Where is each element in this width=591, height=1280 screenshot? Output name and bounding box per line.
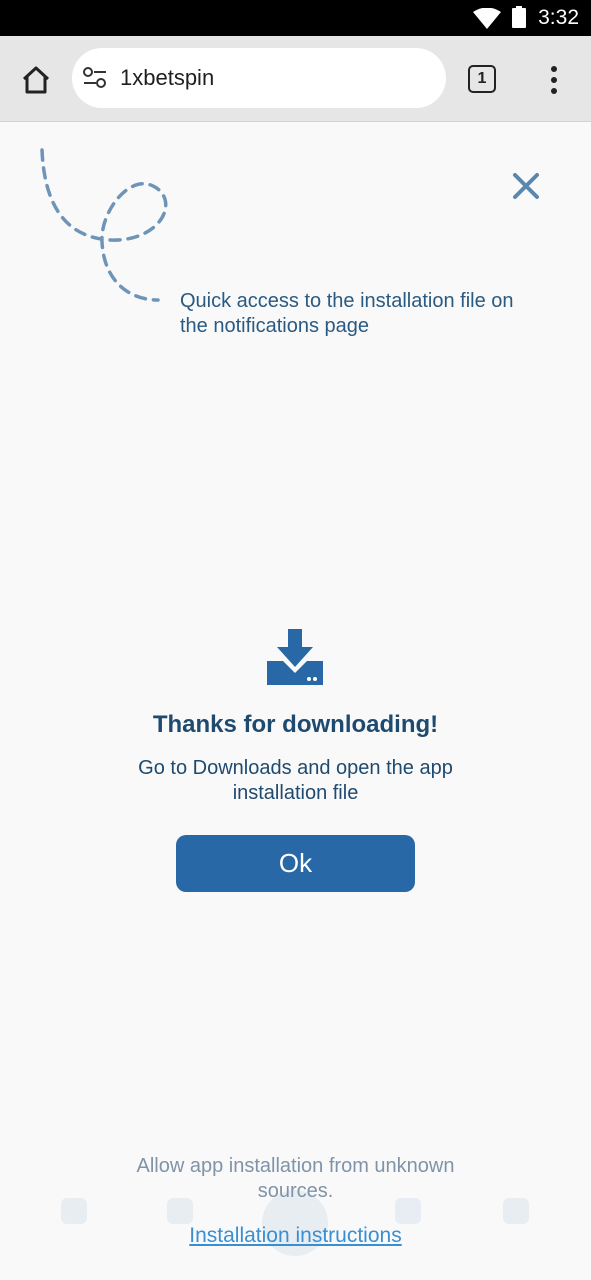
status-time: 3:32 xyxy=(538,6,579,29)
notification-hint-text: Quick access to the installation file on… xyxy=(180,290,514,337)
ok-button[interactable]: Ok xyxy=(176,835,415,892)
allow-unknown-sources-text: Allow app installation from unknown sour… xyxy=(136,1155,455,1202)
status-bar: 3:32 xyxy=(0,0,591,36)
tune-icon[interactable] xyxy=(82,66,108,90)
close-icon[interactable] xyxy=(508,168,544,204)
more-vert-icon[interactable] xyxy=(544,62,564,98)
wifi-icon xyxy=(473,8,501,29)
tab-switcher-button[interactable]: 1 xyxy=(468,65,496,93)
url-text[interactable]: 1xbetspin xyxy=(120,65,214,91)
page-content: Quick access to the installation file on… xyxy=(0,122,591,1280)
download-icon xyxy=(267,629,323,685)
browser-toolbar: 1xbetspin 1 xyxy=(0,36,591,122)
home-icon[interactable] xyxy=(16,60,56,100)
battery-icon xyxy=(512,6,526,28)
dialog-title: Thanks for downloading! xyxy=(152,711,439,738)
nav-icon xyxy=(61,1198,87,1224)
installation-instructions-link[interactable]: Installation instructions xyxy=(0,1224,591,1248)
dialog-subtitle: Go to Downloads and open the app install… xyxy=(138,757,453,804)
dashed-arrow-decoration xyxy=(40,148,168,302)
address-bar[interactable]: 1xbetspin xyxy=(72,48,446,108)
nav-icon xyxy=(503,1198,529,1224)
